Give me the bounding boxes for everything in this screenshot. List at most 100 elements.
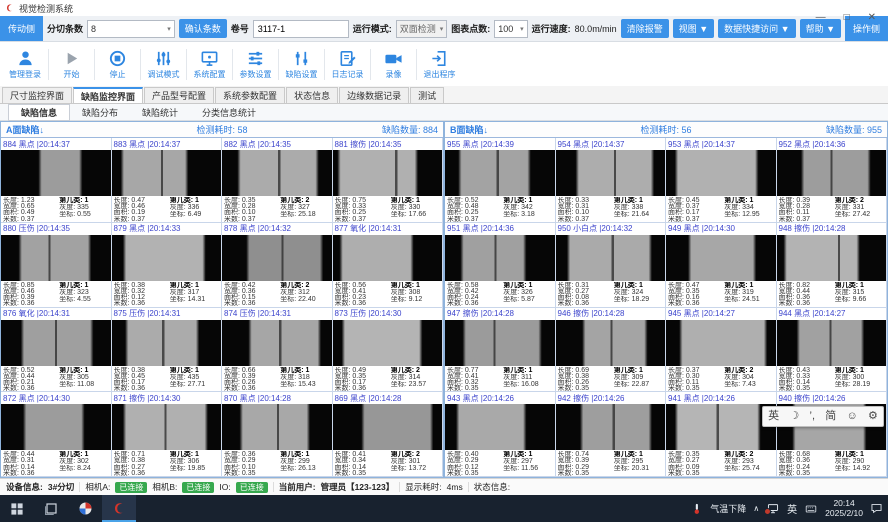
defect-cell-948[interactable]: 948 擦伤 |20:14:28长度: 0.82宽度: 0.44面积: 0.36… <box>777 223 888 308</box>
defect-cell-871[interactable]: 871 擦伤 |20:14:30长度: 0.71宽度: 0.38面积: 0.27… <box>112 392 223 477</box>
drive-side-button[interactable]: 传动侧 <box>0 16 43 41</box>
log-icon <box>338 49 357 68</box>
defect-cell-869[interactable]: 869 黑点 |20:14:28长度: 0.41宽度: 0.34面积: 0.14… <box>333 392 444 477</box>
panel-title[interactable]: B面缺陷↓ <box>450 123 580 136</box>
toolbar-play-button[interactable]: 开始 <box>48 49 94 80</box>
defect-cell-870[interactable]: 870 黑点 |20:14:28长度: 0.36宽度: 0.29面积: 0.10… <box>222 392 333 477</box>
maximize-button[interactable]: □ <box>844 13 850 23</box>
main-tab-3[interactable]: 系统参数配置 <box>215 87 285 103</box>
close-button[interactable]: ✕ <box>868 13 876 23</box>
defect-cell-873[interactable]: 873 压伤 |20:14:30长度: 0.49宽度: 0.35面积: 0.17… <box>333 308 444 393</box>
defect-cell-945[interactable]: 945 黑点 |20:14:27长度: 0.37宽度: 0.30面积: 0.11… <box>666 308 777 393</box>
defect-image <box>333 150 443 196</box>
ime-emoji-icon[interactable]: ☺ <box>847 411 858 422</box>
roll-label: 卷号 <box>231 22 249 35</box>
toolbar-defect-button[interactable]: 缺陷设置 <box>278 49 324 80</box>
defect-cell-954[interactable]: 954 黑点 |20:14:37长度: 0.33宽度: 0.31面积: 0.10… <box>556 138 667 223</box>
slit-count-select[interactable]: 8▾ <box>87 20 175 38</box>
defect-cell-947[interactable]: 947 擦伤 |20:14:28长度: 0.77宽度: 0.41面积: 0.32… <box>445 308 556 393</box>
toolbar-exit-button[interactable]: 退出程序 <box>416 49 462 80</box>
start-button[interactable] <box>0 495 34 522</box>
defect-cell-952[interactable]: 952 黑点 |20:14:36长度: 0.39宽度: 0.28面积: 0.11… <box>777 138 888 223</box>
defect-cell-946[interactable]: 946 擦伤 |20:14:28长度: 0.69宽度: 0.38面积: 0.26… <box>556 308 667 393</box>
main-tab-0[interactable]: 尺寸监控界面 <box>2 87 72 103</box>
tray-expand-chevron[interactable]: ∧ <box>753 504 759 513</box>
toolbar-stop-button[interactable]: 停止 <box>94 49 140 80</box>
ime-simplified[interactable]: 简 <box>825 411 836 422</box>
toolbar-camera-button[interactable]: 录像 <box>370 49 416 80</box>
defect-cell-877[interactable]: 877 氧化 |20:14:31长度: 0.56宽度: 0.41面积: 0.23… <box>333 223 444 308</box>
defect-cell-953[interactable]: 953 黑点 |20:14:37长度: 0.45宽度: 0.37面积: 0.17… <box>666 138 777 223</box>
defect-image <box>112 235 222 281</box>
defect-cell-943[interactable]: 943 黑点 |20:14:26长度: 0.40宽度: 0.29面积: 0.12… <box>445 392 556 477</box>
defect-cell-875[interactable]: 875 压伤 |20:14:31长度: 0.38宽度: 0.45面积: 0.17… <box>112 308 223 393</box>
task-view-button[interactable] <box>34 495 68 522</box>
defect-cell-878[interactable]: 878 黑点 |20:14:32长度: 0.42宽度: 0.36面积: 0.15… <box>222 223 333 308</box>
defect-meta: 长度: 0.36宽度: 0.29面积: 0.10米数: 0.35第几类: 1灰度… <box>222 450 332 476</box>
minimize-button[interactable]: — <box>816 13 826 23</box>
toolbar-monitor-button[interactable]: 系统配置 <box>186 49 232 80</box>
sub-tab-2[interactable]: 缺陷统计 <box>130 105 190 120</box>
sub-tab-0[interactable]: 缺陷信息 <box>8 104 70 121</box>
defect-cell-874[interactable]: 874 压伤 |20:14:31长度: 0.66宽度: 0.39面积: 0.26… <box>222 308 333 393</box>
confirm-count-button[interactable]: 确认条数 <box>179 19 227 38</box>
defect-cell-882[interactable]: 882 黑点 |20:14:35长度: 0.35宽度: 0.28面积: 0.10… <box>222 138 333 223</box>
toolbar-button-label: 参数设置 <box>240 69 272 80</box>
defect-cell-879[interactable]: 879 黑点 |20:14:33长度: 0.38宽度: 0.32面积: 0.12… <box>112 223 223 308</box>
defect-image <box>777 320 887 366</box>
chart-points-select[interactable]: 100▾ <box>494 20 527 38</box>
toolbar-log-button[interactable]: 日志记录 <box>324 49 370 80</box>
thermometer-icon[interactable] <box>691 502 703 516</box>
defect-cell-872[interactable]: 872 黑点 |20:14:30长度: 0.44宽度: 0.31面积: 0.14… <box>1 392 112 477</box>
ime-language-indicator[interactable]: 英 <box>787 501 797 516</box>
display-time-value: 4ms <box>447 482 463 492</box>
clear-alarm-button[interactable]: 清除报警 <box>621 19 669 38</box>
defect-cell-955[interactable]: 955 黑点 |20:14:39长度: 0.52宽度: 0.48面积: 0.25… <box>445 138 556 223</box>
weather-text[interactable]: 气温下降 <box>710 502 746 515</box>
run-mode-select[interactable]: 双面检测▾ <box>396 20 448 38</box>
data-access-menu-button[interactable]: 数据快捷访问 ▼ <box>718 19 795 38</box>
defect-cell-944[interactable]: 944 黑点 |20:14:27长度: 0.43宽度: 0.33面积: 0.14… <box>777 308 888 393</box>
taskbar-app-detection[interactable] <box>102 495 136 522</box>
defect-cell-883[interactable]: 883 黑点 |20:14:37长度: 0.47宽度: 0.46面积: 0.19… <box>112 138 223 223</box>
ime-halfwidth-moon-icon[interactable]: ☽ <box>789 411 799 422</box>
defect-meta: 长度: 0.58宽度: 0.42面积: 0.24米数: 0.36第几类: 1灰度… <box>445 281 555 307</box>
action-center-icon[interactable] <box>870 502 883 515</box>
stop-icon <box>108 49 127 68</box>
toolbar-params-button[interactable]: 参数设置 <box>232 49 278 80</box>
defect-cell-949[interactable]: 949 黑点 |20:14:30长度: 0.47宽度: 0.35面积: 0.16… <box>666 223 777 308</box>
sub-tab-3[interactable]: 分类信息统计 <box>190 105 268 120</box>
roll-number-input[interactable] <box>253 20 349 38</box>
ime-settings-icon[interactable]: ⚙ <box>868 411 878 422</box>
defect-cell-951[interactable]: 951 黑点 |20:14:36长度: 0.58宽度: 0.42面积: 0.24… <box>445 223 556 308</box>
ime-lang-en[interactable]: 英 <box>768 411 779 422</box>
taskbar-app-browser[interactable] <box>68 495 102 522</box>
main-tab-6[interactable]: 测试 <box>410 87 444 103</box>
defect-meta: 长度: 0.82宽度: 0.44面积: 0.36米数: 0.36第几类: 1灰度… <box>777 281 887 307</box>
view-menu-button[interactable]: 视图 ▼ <box>673 19 714 38</box>
defect-cell-876[interactable]: 876 氧化 |20:14:31长度: 0.52宽度: 0.44面积: 0.21… <box>1 308 112 393</box>
defect-label: 940 擦伤 |20:14:26 <box>777 392 887 404</box>
defect-cell-884[interactable]: 884 黑点 |20:14:37长度: 1.23宽度: 0.65面积: 0.49… <box>1 138 112 223</box>
defect-cell-942[interactable]: 942 擦伤 |20:14:26长度: 0.74宽度: 0.39面积: 0.29… <box>556 392 667 477</box>
ime-punctuation-icon[interactable]: ’, <box>810 411 816 422</box>
sub-tab-1[interactable]: 缺陷分布 <box>70 105 130 120</box>
defect-cell-880[interactable]: 880 压伤 |20:14:35长度: 0.85宽度: 0.46面积: 0.39… <box>1 223 112 308</box>
touch-keyboard-icon[interactable] <box>804 503 818 515</box>
toolbar-user-button[interactable]: 管理登录 <box>2 49 48 80</box>
main-tab-5[interactable]: 边缘数据记录 <box>339 87 409 103</box>
network-icon[interactable] <box>766 502 780 515</box>
defect-image <box>445 404 555 450</box>
defect-cell-881[interactable]: 881 擦伤 |20:14:35长度: 0.75宽度: 0.33面积: 0.25… <box>333 138 444 223</box>
main-tab-4[interactable]: 状态信息 <box>286 87 338 103</box>
clock[interactable]: 20:14 2025/2/10 <box>825 499 863 519</box>
main-tab-2[interactable]: 产品型号配置 <box>144 87 214 103</box>
defect-cell-941[interactable]: 941 黑点 |20:14:26长度: 0.35宽度: 0.27面积: 0.09… <box>666 392 777 477</box>
camera-icon <box>384 49 403 68</box>
defect-cell-950[interactable]: 950 小白点 |20:14:32长度: 0.31宽度: 0.27面积: 0.0… <box>556 223 667 308</box>
current-user-value: 管理员【123-123】 <box>321 481 395 493</box>
defect-cell-940[interactable]: 940 擦伤 |20:14:26长度: 0.68宽度: 0.36面积: 0.24… <box>777 392 888 477</box>
panel-title[interactable]: A面缺陷↓ <box>6 123 136 136</box>
toolbar-debug-button[interactable]: 调试模式 <box>140 49 186 80</box>
main-tab-1[interactable]: 缺陷监控界面 <box>73 87 143 103</box>
